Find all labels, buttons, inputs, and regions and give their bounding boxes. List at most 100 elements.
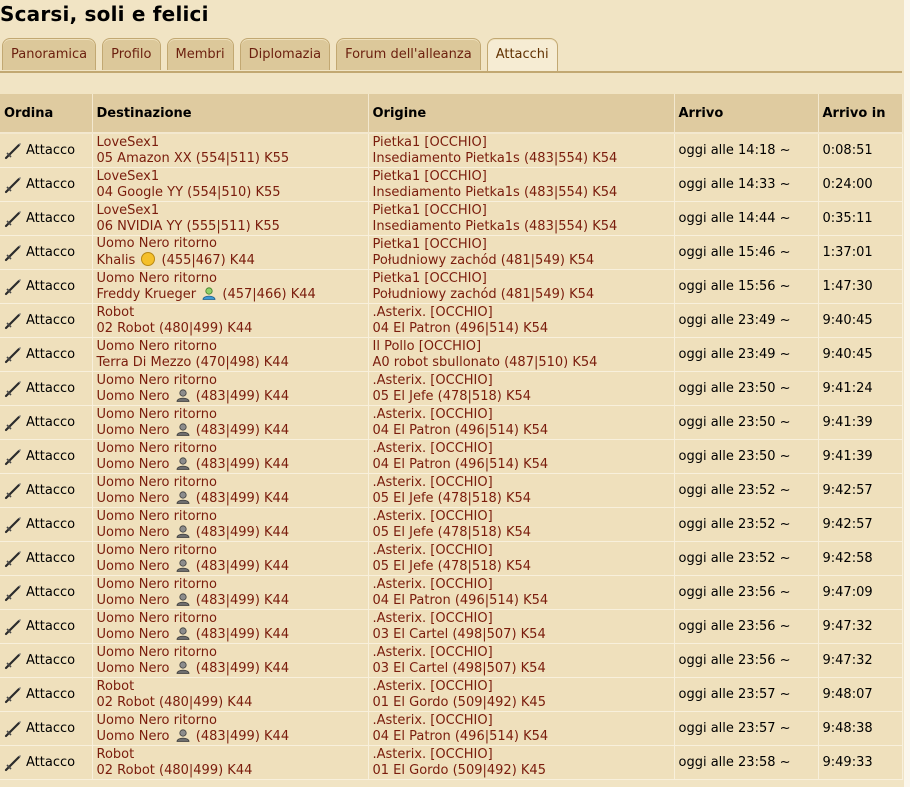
orig-player-link[interactable]: .Asterix. [OCCHIO]: [373, 611, 670, 627]
dest-player-link[interactable]: Uomo Nero ritorno: [97, 407, 364, 423]
dest-player-link[interactable]: Uomo Nero ritorno: [97, 645, 364, 661]
command-label[interactable]: Attacco: [26, 211, 75, 227]
command-label[interactable]: Attacco: [26, 279, 75, 295]
dest-village-link[interactable]: Uomo Nero (483|499) K44: [97, 661, 364, 677]
orig-village-link[interactable]: 03 El Cartel (498|507) K54: [373, 627, 670, 643]
dest-village-link[interactable]: Uomo Nero (483|499) K44: [97, 627, 364, 643]
tab-membri[interactable]: Membri: [166, 38, 234, 70]
dest-player-link[interactable]: Robot: [97, 305, 364, 321]
dest-player-link[interactable]: Uomo Nero ritorno: [97, 236, 364, 252]
dest-player-link[interactable]: Uomo Nero ritorno: [97, 373, 364, 389]
dest-player-link[interactable]: Uomo Nero ritorno: [97, 713, 364, 729]
orig-village-link[interactable]: Insediamento Pietka1s (483|554) K54: [373, 219, 670, 235]
dest-player-link[interactable]: LoveSex1: [97, 203, 364, 219]
command-label[interactable]: Attacco: [26, 347, 75, 363]
dest-player-link[interactable]: Uomo Nero ritorno: [97, 441, 364, 457]
dest-player-link[interactable]: Uomo Nero ritorno: [97, 509, 364, 525]
orig-village-link[interactable]: 03 El Cartel (498|507) K54: [373, 661, 670, 677]
dest-village-link[interactable]: 02 Robot (480|499) K44: [97, 763, 364, 779]
command-label[interactable]: Attacco: [26, 449, 75, 465]
dest-player-link[interactable]: LoveSex1: [97, 135, 364, 151]
orig-player-link[interactable]: .Asterix. [OCCHIO]: [373, 679, 670, 695]
command-label[interactable]: Attacco: [26, 687, 75, 703]
orig-village-link[interactable]: 05 El Jefe (478|518) K54: [373, 559, 670, 575]
orig-player-link[interactable]: .Asterix. [OCCHIO]: [373, 543, 670, 559]
orig-player-link[interactable]: Pietka1 [OCCHIO]: [373, 169, 670, 185]
dest-village-link[interactable]: Terra Di Mezzo (470|498) K44: [97, 355, 364, 371]
orig-player-link[interactable]: Pietka1 [OCCHIO]: [373, 271, 670, 287]
dest-player-link[interactable]: Robot: [97, 679, 364, 695]
orig-player-link[interactable]: Pietka1 [OCCHIO]: [373, 203, 670, 219]
orig-village-link[interactable]: Południowy zachód (481|549) K54: [373, 287, 670, 303]
tab-diplomazia[interactable]: Diplomazia: [239, 38, 331, 70]
dest-village-link[interactable]: Uomo Nero (483|499) K44: [97, 423, 364, 439]
orig-player-link[interactable]: .Asterix. [OCCHIO]: [373, 577, 670, 593]
orig-player-link[interactable]: .Asterix. [OCCHIO]: [373, 747, 670, 763]
dest-village-link[interactable]: Freddy Krueger (457|466) K44: [97, 287, 364, 303]
command-label[interactable]: Attacco: [26, 517, 75, 533]
orig-village-link[interactable]: 04 El Patron (496|514) K54: [373, 593, 670, 609]
orig-player-link[interactable]: .Asterix. [OCCHIO]: [373, 373, 670, 389]
col-header-arrivo[interactable]: Arrivo: [674, 94, 819, 134]
command-label[interactable]: Attacco: [26, 483, 75, 499]
tab-attacchi[interactable]: Attacchi: [486, 38, 558, 72]
orig-village-link[interactable]: 04 El Patron (496|514) K54: [373, 321, 670, 337]
orig-player-link[interactable]: .Asterix. [OCCHIO]: [373, 475, 670, 491]
col-header-destinazione[interactable]: Destinazione: [92, 94, 369, 134]
col-header-arrivo-in[interactable]: Arrivo in: [818, 94, 903, 134]
orig-village-link[interactable]: 05 El Jefe (478|518) K54: [373, 525, 670, 541]
orig-player-link[interactable]: Pietka1 [OCCHIO]: [373, 135, 670, 151]
orig-village-link[interactable]: 01 El Gordo (509|492) K45: [373, 763, 670, 779]
orig-village-link[interactable]: 04 El Patron (496|514) K54: [373, 457, 670, 473]
command-label[interactable]: Attacco: [26, 143, 75, 159]
orig-player-link[interactable]: .Asterix. [OCCHIO]: [373, 713, 670, 729]
orig-player-link[interactable]: .Asterix. [OCCHIO]: [373, 645, 670, 661]
orig-village-link[interactable]: 01 El Gordo (509|492) K45: [373, 695, 670, 711]
orig-village-link[interactable]: 04 El Patron (496|514) K54: [373, 729, 670, 745]
orig-player-link[interactable]: .Asterix. [OCCHIO]: [373, 441, 670, 457]
command-label[interactable]: Attacco: [26, 619, 75, 635]
col-header-ordina[interactable]: Ordina: [0, 94, 93, 134]
dest-player-link[interactable]: Uomo Nero ritorno: [97, 271, 364, 287]
orig-village-link[interactable]: Południowy zachód (481|549) K54: [373, 253, 670, 269]
orig-player-link[interactable]: Il Pollo [OCCHIO]: [373, 339, 670, 355]
dest-village-link[interactable]: Uomo Nero (483|499) K44: [97, 729, 364, 745]
command-label[interactable]: Attacco: [26, 653, 75, 669]
orig-village-link[interactable]: Insediamento Pietka1s (483|554) K54: [373, 185, 670, 201]
orig-village-link[interactable]: 04 El Patron (496|514) K54: [373, 423, 670, 439]
command-label[interactable]: Attacco: [26, 177, 75, 193]
dest-player-link[interactable]: Uomo Nero ritorno: [97, 611, 364, 627]
command-label[interactable]: Attacco: [26, 721, 75, 737]
orig-village-link[interactable]: 05 El Jefe (478|518) K54: [373, 491, 670, 507]
command-label[interactable]: Attacco: [26, 381, 75, 397]
dest-village-link[interactable]: Uomo Nero (483|499) K44: [97, 457, 364, 473]
dest-village-link[interactable]: 05 Amazon XX (554|511) K55: [97, 151, 364, 167]
dest-village-link[interactable]: Uomo Nero (483|499) K44: [97, 525, 364, 541]
dest-village-link[interactable]: 06 NVIDIA YY (555|511) K55: [97, 219, 364, 235]
command-label[interactable]: Attacco: [26, 755, 75, 771]
dest-player-link[interactable]: Uomo Nero ritorno: [97, 475, 364, 491]
orig-player-link[interactable]: Pietka1 [OCCHIO]: [373, 237, 670, 253]
dest-village-link[interactable]: 02 Robot (480|499) K44: [97, 321, 364, 337]
dest-village-link[interactable]: 04 Google YY (554|510) K55: [97, 185, 364, 201]
dest-player-link[interactable]: LoveSex1: [97, 169, 364, 185]
dest-player-link[interactable]: Uomo Nero ritorno: [97, 339, 364, 355]
command-label[interactable]: Attacco: [26, 415, 75, 431]
orig-player-link[interactable]: .Asterix. [OCCHIO]: [373, 305, 670, 321]
dest-village-link[interactable]: Uomo Nero (483|499) K44: [97, 593, 364, 609]
dest-village-link[interactable]: Uomo Nero (483|499) K44: [97, 491, 364, 507]
orig-player-link[interactable]: .Asterix. [OCCHIO]: [373, 407, 670, 423]
dest-village-link[interactable]: Uomo Nero (483|499) K44: [97, 559, 364, 575]
tab-profilo[interactable]: Profilo: [102, 38, 161, 70]
command-label[interactable]: Attacco: [26, 551, 75, 567]
dest-village-link[interactable]: Khalis (455|467) K44: [97, 252, 364, 269]
tab-panoramica[interactable]: Panoramica: [2, 38, 97, 70]
orig-village-link[interactable]: Insediamento Pietka1s (483|554) K54: [373, 151, 670, 167]
command-label[interactable]: Attacco: [26, 245, 75, 261]
command-label[interactable]: Attacco: [26, 313, 75, 329]
command-label[interactable]: Attacco: [26, 585, 75, 601]
dest-player-link[interactable]: Robot: [97, 747, 364, 763]
dest-village-link[interactable]: 02 Robot (480|499) K44: [97, 695, 364, 711]
orig-player-link[interactable]: .Asterix. [OCCHIO]: [373, 509, 670, 525]
col-header-origine[interactable]: Origine: [368, 94, 675, 134]
